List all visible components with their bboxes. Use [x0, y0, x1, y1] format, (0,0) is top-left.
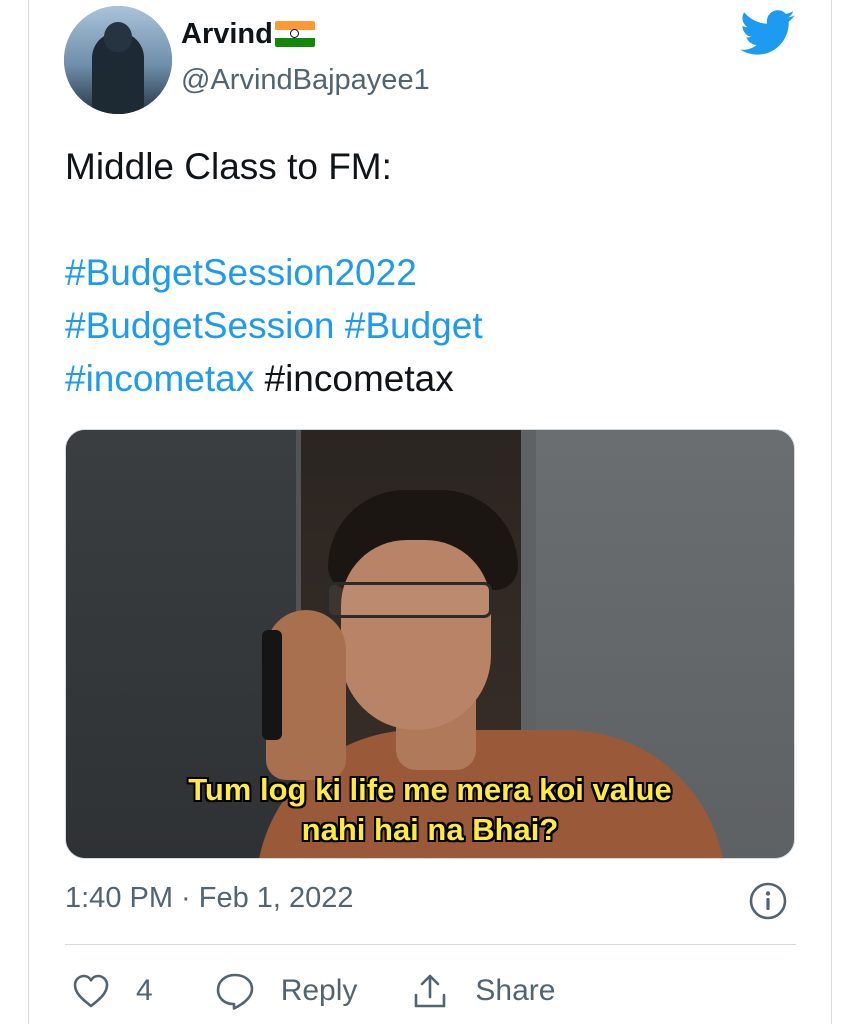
action-bar: 4 Reply Share	[72, 966, 555, 1016]
meme-caption-line: Tum log ki life me mera koi value	[188, 772, 672, 807]
hashtag-line-3: #incometax #incometax	[65, 352, 785, 405]
hashtag-line-2: #BudgetSession #Budget	[65, 299, 785, 352]
info-icon[interactable]	[748, 881, 788, 921]
image-face	[341, 540, 491, 730]
like-count: 4	[136, 974, 153, 1007]
share-button[interactable]: Share	[411, 972, 555, 1010]
heart-icon	[73, 974, 109, 1008]
hashtag-link[interactable]: #Budget	[345, 305, 483, 346]
image-glasses	[326, 582, 492, 618]
india-flag-icon	[274, 21, 315, 47]
tweet-text: Middle Class to FM: #BudgetSession2022 #…	[65, 140, 785, 405]
hashtag-line-1: #BudgetSession2022	[65, 246, 785, 299]
meme-caption-line: nahi hai na Bhai?	[301, 812, 559, 847]
divider	[65, 944, 796, 945]
avatar[interactable]	[64, 6, 172, 114]
avatar-head	[104, 22, 132, 52]
hashtag-link[interactable]: #incometax	[65, 358, 254, 399]
hashtag-link[interactable]: #BudgetSession2022	[65, 252, 417, 293]
tweet-text-line: Middle Class to FM:	[65, 146, 392, 187]
speech-bubble-icon	[216, 973, 253, 1010]
twitter-bird-icon[interactable]	[740, 10, 796, 56]
author-handle[interactable]: @ArvindBajpayee1	[181, 62, 430, 98]
share-label: Share	[475, 974, 556, 1007]
hashtag-link[interactable]: #BudgetSession	[65, 305, 334, 346]
hashtag-text: #incometax	[264, 358, 454, 399]
reply-label: Reply	[280, 974, 358, 1007]
tweet-timestamp[interactable]: 1:40 PM · Feb 1, 2022	[65, 878, 354, 918]
author-name-text: Arvind	[181, 18, 273, 50]
share-icon	[415, 974, 446, 1008]
like-button[interactable]: 4	[72, 973, 153, 1009]
author-name[interactable]: Arvind	[181, 16, 315, 52]
reply-button[interactable]: Reply	[215, 972, 358, 1010]
meme-caption: Tum log ki life me mera koi value nahi h…	[66, 770, 794, 850]
tweet-media-image[interactable]: Tum log ki life me mera koi value nahi h…	[65, 429, 795, 859]
image-phone	[262, 630, 282, 740]
